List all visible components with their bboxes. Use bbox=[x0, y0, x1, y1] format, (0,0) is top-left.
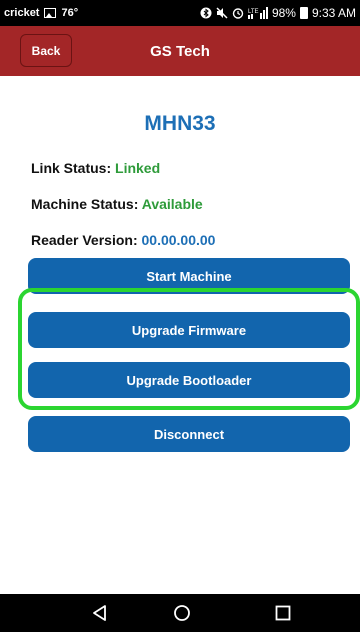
start-machine-button[interactable]: Start Machine bbox=[28, 258, 350, 294]
reader-version-label: Reader Version: bbox=[31, 232, 138, 248]
device-name: MHN33 bbox=[144, 112, 216, 135]
machine-status-value: Available bbox=[141, 196, 203, 212]
machine-status-label: Machine Status: bbox=[31, 196, 139, 212]
status-bar: cricket 76° LTE 98% 9:33 AM bbox=[0, 0, 360, 26]
app-header: Back GS Tech bbox=[0, 26, 360, 76]
bluetooth-icon bbox=[200, 7, 212, 19]
link-status-label: Link Status: bbox=[31, 160, 112, 176]
carrier-label: cricket bbox=[4, 7, 40, 19]
status-left: cricket 76° bbox=[4, 7, 78, 19]
recents-square-icon[interactable] bbox=[253, 594, 313, 632]
image-icon bbox=[44, 8, 57, 18]
mute-icon bbox=[216, 7, 228, 19]
back-button[interactable]: Back bbox=[20, 34, 72, 67]
back-triangle-icon[interactable] bbox=[70, 594, 130, 632]
nav-bar bbox=[0, 594, 360, 632]
lte-signal-icon: LTE bbox=[247, 7, 268, 19]
machine-status-row: Machine Status: Available bbox=[31, 196, 203, 212]
battery-percent: 98% bbox=[271, 6, 296, 20]
upgrade-bootloader-button[interactable]: Upgrade Bootloader bbox=[28, 362, 350, 398]
home-circle-icon[interactable] bbox=[152, 594, 212, 632]
alarm-icon bbox=[232, 7, 244, 19]
header-title: GS Tech bbox=[150, 42, 210, 60]
temperature-label: 76° bbox=[61, 7, 79, 19]
link-status-row: Link Status: Linked bbox=[31, 160, 160, 176]
upgrade-firmware-button[interactable]: Upgrade Firmware bbox=[28, 312, 350, 348]
svg-text:LTE: LTE bbox=[248, 9, 259, 15]
time-label: 9:33 AM bbox=[311, 6, 356, 20]
status-right: LTE 98% 9:33 AM bbox=[200, 6, 356, 20]
reader-version-row: Reader Version: 00.00.00.00 bbox=[31, 232, 215, 248]
reader-version-value: 00.00.00.00 bbox=[141, 232, 216, 248]
link-status-value: Linked bbox=[115, 160, 161, 176]
battery-icon bbox=[299, 7, 308, 19]
disconnect-button[interactable]: Disconnect bbox=[28, 416, 350, 452]
